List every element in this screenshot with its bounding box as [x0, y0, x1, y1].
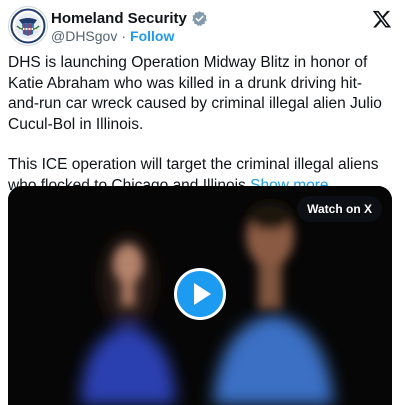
play-icon	[194, 283, 211, 305]
video-player[interactable]: Watch on X	[8, 186, 392, 405]
follow-button[interactable]: Follow	[130, 28, 174, 44]
tweet-header: Homeland Security @DHSgov · Follow	[0, 0, 400, 48]
watch-on-x-button[interactable]: Watch on X	[297, 196, 382, 222]
tweet-text: DHS is launching Operation Midway Blitz …	[8, 53, 393, 196]
play-button[interactable]	[174, 268, 226, 320]
dhs-seal-icon	[10, 8, 46, 44]
handle[interactable]: @DHSgov	[51, 28, 117, 44]
name-row: Homeland Security	[51, 8, 208, 28]
display-name[interactable]: Homeland Security	[51, 10, 187, 27]
gray-verified-badge-icon	[192, 10, 207, 26]
handle-row: @DHSgov · Follow	[51, 27, 174, 45]
avatar[interactable]	[8, 6, 48, 46]
tweet-paragraph-1: DHS is launching Operation Midway Blitz …	[8, 54, 382, 133]
separator-dot: ·	[121, 28, 127, 44]
x-logo-icon[interactable]	[372, 9, 392, 29]
